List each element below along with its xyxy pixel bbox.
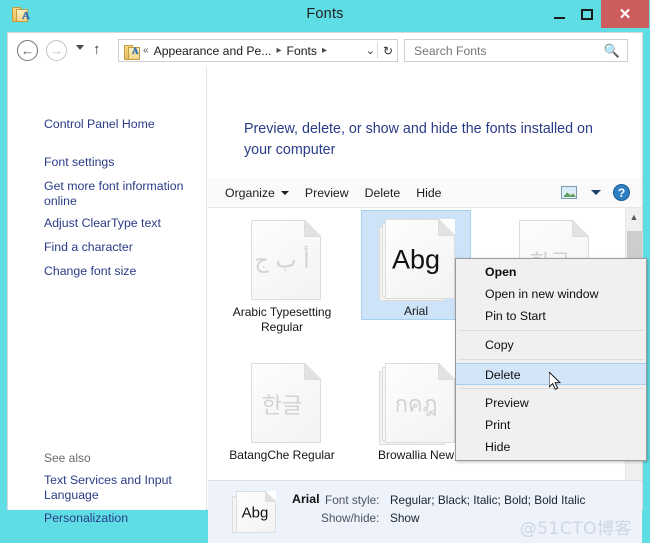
watermark: @51CTO博客 xyxy=(520,514,632,539)
see-also-heading: See also xyxy=(44,451,91,465)
context-menu-item-print[interactable]: Print xyxy=(456,414,646,436)
context-menu-item-delete[interactable]: Delete xyxy=(456,363,646,385)
context-menu-item-hide[interactable]: Hide xyxy=(456,436,646,458)
breadcrumb-item-fonts[interactable]: Fonts xyxy=(286,44,318,58)
help-icon[interactable]: ? xyxy=(613,184,630,201)
hide-button[interactable]: Hide xyxy=(408,183,449,203)
font-preview-glyph: 한글 xyxy=(245,388,319,420)
font-name-label: Arabic Typesetting Regular xyxy=(227,305,337,335)
sidebar-item-text-services[interactable]: Text Services and Input Language xyxy=(44,473,204,503)
title-bar: A Fonts ✕ xyxy=(0,0,650,32)
command-bar: Organize Preview Delete Hide ? xyxy=(208,178,642,208)
context-menu-item-pin-to-start[interactable]: Pin to Start xyxy=(456,305,646,327)
font-name-label: BatangChe Regular xyxy=(227,448,337,463)
fonts-window: A Fonts ✕ ← → ↑ A xyxy=(0,0,650,517)
font-file-icon: กคฎ xyxy=(379,363,453,445)
context-menu-item-open-in-new-window[interactable]: Open in new window xyxy=(456,283,646,305)
details-font-name: Arial xyxy=(292,492,320,506)
organize-label: Organize xyxy=(225,186,275,200)
details-pane: Abg Arial Font style: Regular; Black; It… xyxy=(208,480,642,543)
sidebar-item-get-more-font-info[interactable]: Get more font information online xyxy=(44,179,204,209)
close-button[interactable]: ✕ xyxy=(601,0,649,28)
preview-button[interactable]: Preview xyxy=(297,183,357,203)
delete-label: Delete xyxy=(365,186,401,200)
details-style-label: Font style: xyxy=(325,493,379,507)
context-menu-separator xyxy=(458,388,644,389)
list-item[interactable]: أ ب ج Arabic Typesetting Regular xyxy=(227,212,337,335)
sidebar: Control Panel Home Font settings Get mor… xyxy=(8,67,207,510)
breadcrumb-separator-2[interactable]: ▸ xyxy=(318,45,331,56)
change-view-icon[interactable] xyxy=(561,186,577,199)
context-menu-item-copy[interactable]: Copy xyxy=(456,334,646,356)
sidebar-item-adjust-cleartype[interactable]: Adjust ClearType text xyxy=(44,216,204,231)
context-menu-separator xyxy=(458,330,644,331)
address-bar[interactable]: A « Appearance and Pe... ▸ Fonts ▸ ⌄ ↻ xyxy=(118,39,398,62)
context-menu-separator xyxy=(458,359,644,360)
sidebar-item-change-font-size[interactable]: Change font size xyxy=(44,264,204,279)
search-input[interactable] xyxy=(412,43,604,59)
breadcrumb-leading-separator: « xyxy=(139,45,153,56)
preview-label: Preview xyxy=(305,186,349,200)
font-file-icon: أ ب ج xyxy=(245,220,319,302)
forward-arrow-icon: → xyxy=(50,43,63,58)
details-showhide-value: Show xyxy=(390,511,420,525)
context-menu: Open Open in new window Pin to Start Cop… xyxy=(455,258,647,461)
hide-label: Hide xyxy=(416,186,441,200)
breadcrumb-separator-1[interactable]: ▸ xyxy=(272,45,285,56)
context-menu-item-open[interactable]: Open xyxy=(456,261,646,283)
search-icon[interactable]: 🔍 xyxy=(604,43,620,59)
close-icon: ✕ xyxy=(619,7,632,22)
sidebar-item-personalization[interactable]: Personalization xyxy=(44,511,204,526)
delete-button[interactable]: Delete xyxy=(357,183,409,203)
scroll-up-icon[interactable]: ▲ xyxy=(626,208,642,225)
details-font-icon: Abg xyxy=(232,491,278,535)
chevron-down-icon xyxy=(281,191,289,195)
list-item[interactable]: 한글 BatangChe Regular xyxy=(227,355,337,463)
details-preview-glyph: Abg xyxy=(232,505,278,522)
context-menu-item-preview[interactable]: Preview xyxy=(456,392,646,414)
details-showhide-label: Show/hide: xyxy=(321,511,379,525)
organize-button[interactable]: Organize xyxy=(217,183,297,203)
back-arrow-icon: ← xyxy=(21,43,34,58)
up-button[interactable]: ↑ xyxy=(93,41,101,58)
maximize-button[interactable] xyxy=(573,0,601,28)
back-button[interactable]: ← xyxy=(17,40,38,61)
font-preview-glyph: Abg xyxy=(379,245,453,276)
sidebar-item-font-settings[interactable]: Font settings xyxy=(44,155,204,170)
sidebar-item-control-panel-home[interactable]: Control Panel Home xyxy=(44,117,204,132)
font-name-label: Arial xyxy=(362,304,470,319)
font-file-icon: Abg xyxy=(379,219,453,301)
scroll-thumb[interactable] xyxy=(627,231,642,259)
font-preview-glyph: أ ب ج xyxy=(245,249,319,274)
address-chevron-down-icon[interactable]: ⌄ xyxy=(366,44,375,57)
view-options-chevron-down-icon[interactable] xyxy=(591,190,601,195)
navigation-bar: ← → ↑ A « Appearance and Pe... ▸ Fonts ▸… xyxy=(8,33,642,67)
search-box[interactable]: 🔍 xyxy=(404,39,628,62)
breadcrumb-item-appearance[interactable]: Appearance and Pe... xyxy=(153,44,273,58)
recent-locations-chevron-down-icon[interactable] xyxy=(76,45,84,50)
font-file-icon: 한글 xyxy=(245,363,319,445)
sidebar-item-find-a-character[interactable]: Find a character xyxy=(44,240,204,255)
details-style-value: Regular; Black; Italic; Bold; Bold Itali… xyxy=(390,493,585,507)
address-folder-icon: A xyxy=(123,43,139,58)
refresh-icon[interactable]: ↻ xyxy=(383,44,393,58)
forward-button[interactable]: → xyxy=(46,40,67,61)
address-divider xyxy=(377,42,378,59)
minimize-button[interactable] xyxy=(545,0,573,28)
page-title: Preview, delete, or show and hide the fo… xyxy=(244,119,624,161)
font-preview-glyph: กคฎ xyxy=(379,387,453,422)
